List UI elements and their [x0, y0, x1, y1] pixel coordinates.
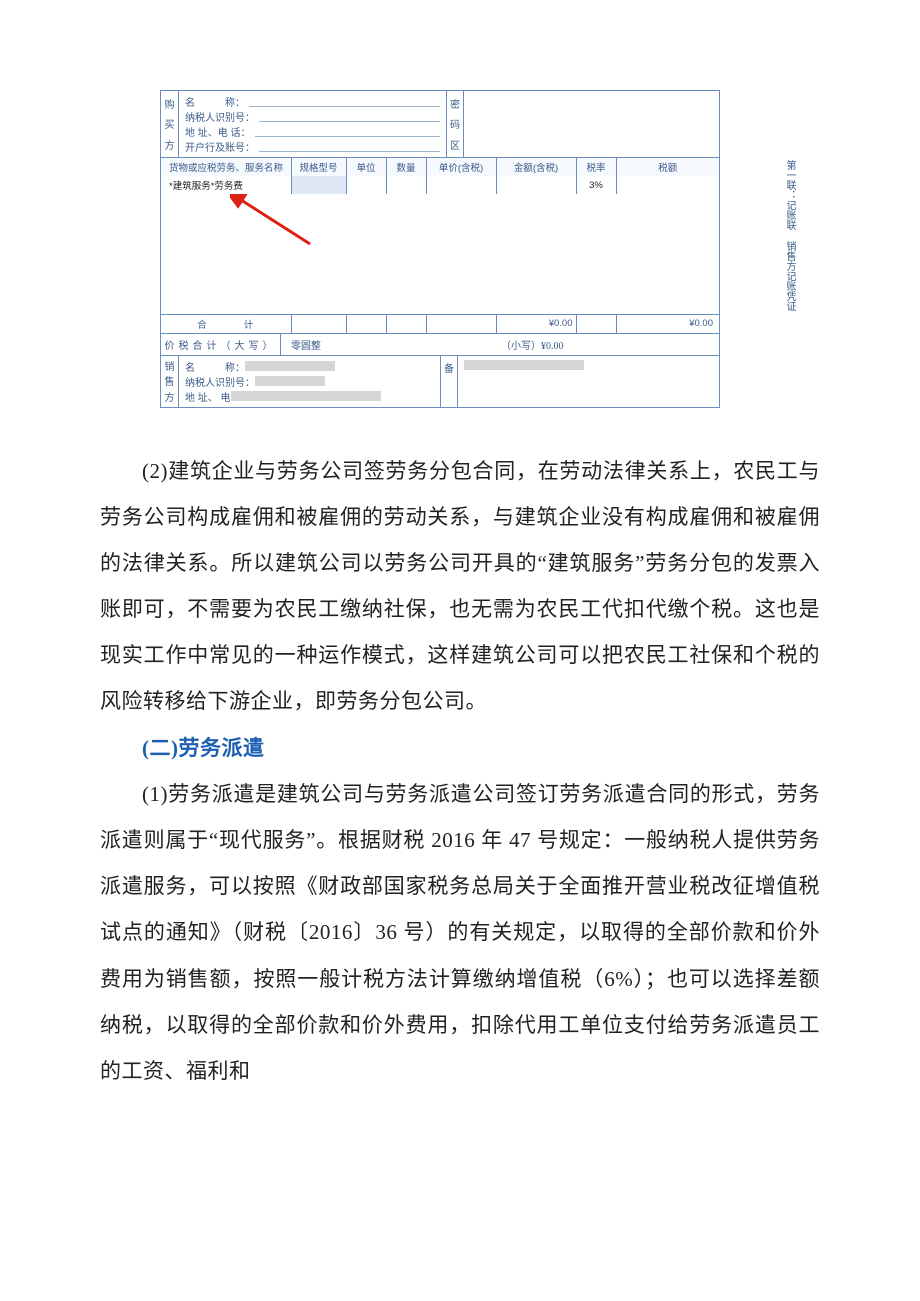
buyer-vertical-label: 购 买 方	[161, 91, 179, 157]
col-name: 货物或应税劳务、服务名称	[161, 158, 291, 176]
items-section: 货物或应税劳务、服务名称 规格型号 单位 数量 单价(含税) 金额(含税) 税率…	[161, 157, 719, 355]
item-unit-price	[426, 176, 496, 194]
password-label-char: 码	[450, 116, 460, 131]
redacted	[255, 376, 325, 386]
subtotal-amount: ¥0.00	[496, 314, 576, 333]
table-row: *建筑服务*劳务费 3%	[161, 176, 719, 194]
buyer-taxid-label: 纳税人识别号：	[185, 109, 255, 124]
subtotal-label: 合 计	[161, 314, 291, 333]
item-rate: 3%	[576, 176, 616, 194]
buyer-label-char: 购	[165, 96, 175, 111]
seller-vertical-label: 销 售 方	[161, 356, 179, 407]
buyer-name-label: 名 称：	[185, 94, 245, 109]
col-spec: 规格型号	[291, 158, 346, 176]
grand-label: 价税合计（大写）	[161, 334, 281, 355]
password-label-char: 密	[450, 96, 460, 111]
remark-vertical-label: 备	[440, 356, 458, 407]
remark-area	[458, 356, 719, 407]
password-label-char: 区	[450, 137, 460, 152]
buyer-addr-label: 地 址、电 话：	[185, 124, 251, 139]
paragraph: (1)劳务派遣是建筑公司与劳务派遣公司签订劳务派遣合同的形式，劳务派遣则属于“现…	[100, 771, 820, 1094]
item-qty	[386, 176, 426, 194]
grand-num-label: （小写）	[501, 341, 541, 352]
seller-label-char: 销	[165, 358, 175, 373]
col-unit-price: 单价(含税)	[426, 158, 496, 176]
seller-addr-label: 地 址、 电	[185, 389, 231, 404]
subtotal-tax: ¥0.00	[616, 314, 719, 333]
item-spec	[291, 176, 346, 194]
seller-taxid-label: 纳税人识别号：	[185, 374, 255, 389]
section-heading: (二)劳务派遣	[100, 725, 820, 771]
redacted	[464, 360, 584, 370]
table-header-row: 货物或应税劳务、服务名称 规格型号 单位 数量 单价(含税) 金额(含税) 税率…	[161, 158, 719, 176]
col-amount: 金额(含税)	[496, 158, 576, 176]
password-vertical-label: 密 码 区	[446, 91, 464, 157]
item-amount	[496, 176, 576, 194]
invoice-side-note: 第一联：记账联 销售方记账凭证	[782, 160, 796, 311]
grand-total-row: 价税合计（大写） 零圆整 （小写）¥0.00	[161, 333, 719, 355]
remark-label-char: 备	[444, 360, 454, 375]
redacted	[245, 361, 335, 371]
col-rate: 税率	[576, 158, 616, 176]
document-body: (2)建筑企业与劳务公司签劳务分包合同，在劳动法律关系上，农民工与劳务公司构成雇…	[100, 448, 820, 1095]
col-unit: 单位	[346, 158, 386, 176]
item-name: *建筑服务*劳务费	[161, 176, 291, 194]
table-blank	[161, 194, 719, 314]
password-area	[464, 91, 719, 157]
seller-label-char: 方	[165, 389, 175, 404]
col-qty: 数量	[386, 158, 426, 176]
item-tax	[616, 176, 719, 194]
col-tax: 税额	[616, 158, 719, 176]
subtotal-row: 合 计 ¥0.00 ¥0.00	[161, 314, 719, 333]
item-unit	[346, 176, 386, 194]
seller-label-char: 售	[165, 373, 175, 388]
invoice-figure: 购 买 方 名 称： 纳税人识别号： 地 址、电 话： 开户行及账号： 密 码 …	[160, 90, 760, 408]
buyer-label-char: 方	[165, 137, 175, 152]
buyer-fields: 名 称： 纳税人识别号： 地 址、电 话： 开户行及账号：	[179, 91, 446, 157]
grand-num-value: ¥0.00	[541, 341, 564, 352]
invoice-form: 购 买 方 名 称： 纳税人识别号： 地 址、电 话： 开户行及账号： 密 码 …	[160, 90, 720, 408]
buyer-section: 购 买 方 名 称： 纳税人识别号： 地 址、电 话： 开户行及账号： 密 码 …	[161, 91, 719, 157]
seller-name-label: 名 称：	[185, 359, 245, 374]
buyer-bank-label: 开户行及账号：	[185, 139, 255, 154]
seller-section: 销 售 方 名 称： 纳税人识别号：	[161, 355, 719, 407]
redacted	[231, 391, 381, 401]
paragraph: (2)建筑企业与劳务公司签劳务分包合同，在劳动法律关系上，农民工与劳务公司构成雇…	[100, 448, 820, 725]
grand-chinese: 零圆整	[291, 337, 321, 352]
buyer-label-char: 买	[165, 116, 175, 131]
grand-number: （小写）¥0.00	[501, 337, 564, 352]
seller-fields: 名 称： 纳税人识别号： 地 址、 电	[179, 356, 440, 407]
items-table: 货物或应税劳务、服务名称 规格型号 单位 数量 单价(含税) 金额(含税) 税率…	[161, 158, 719, 333]
